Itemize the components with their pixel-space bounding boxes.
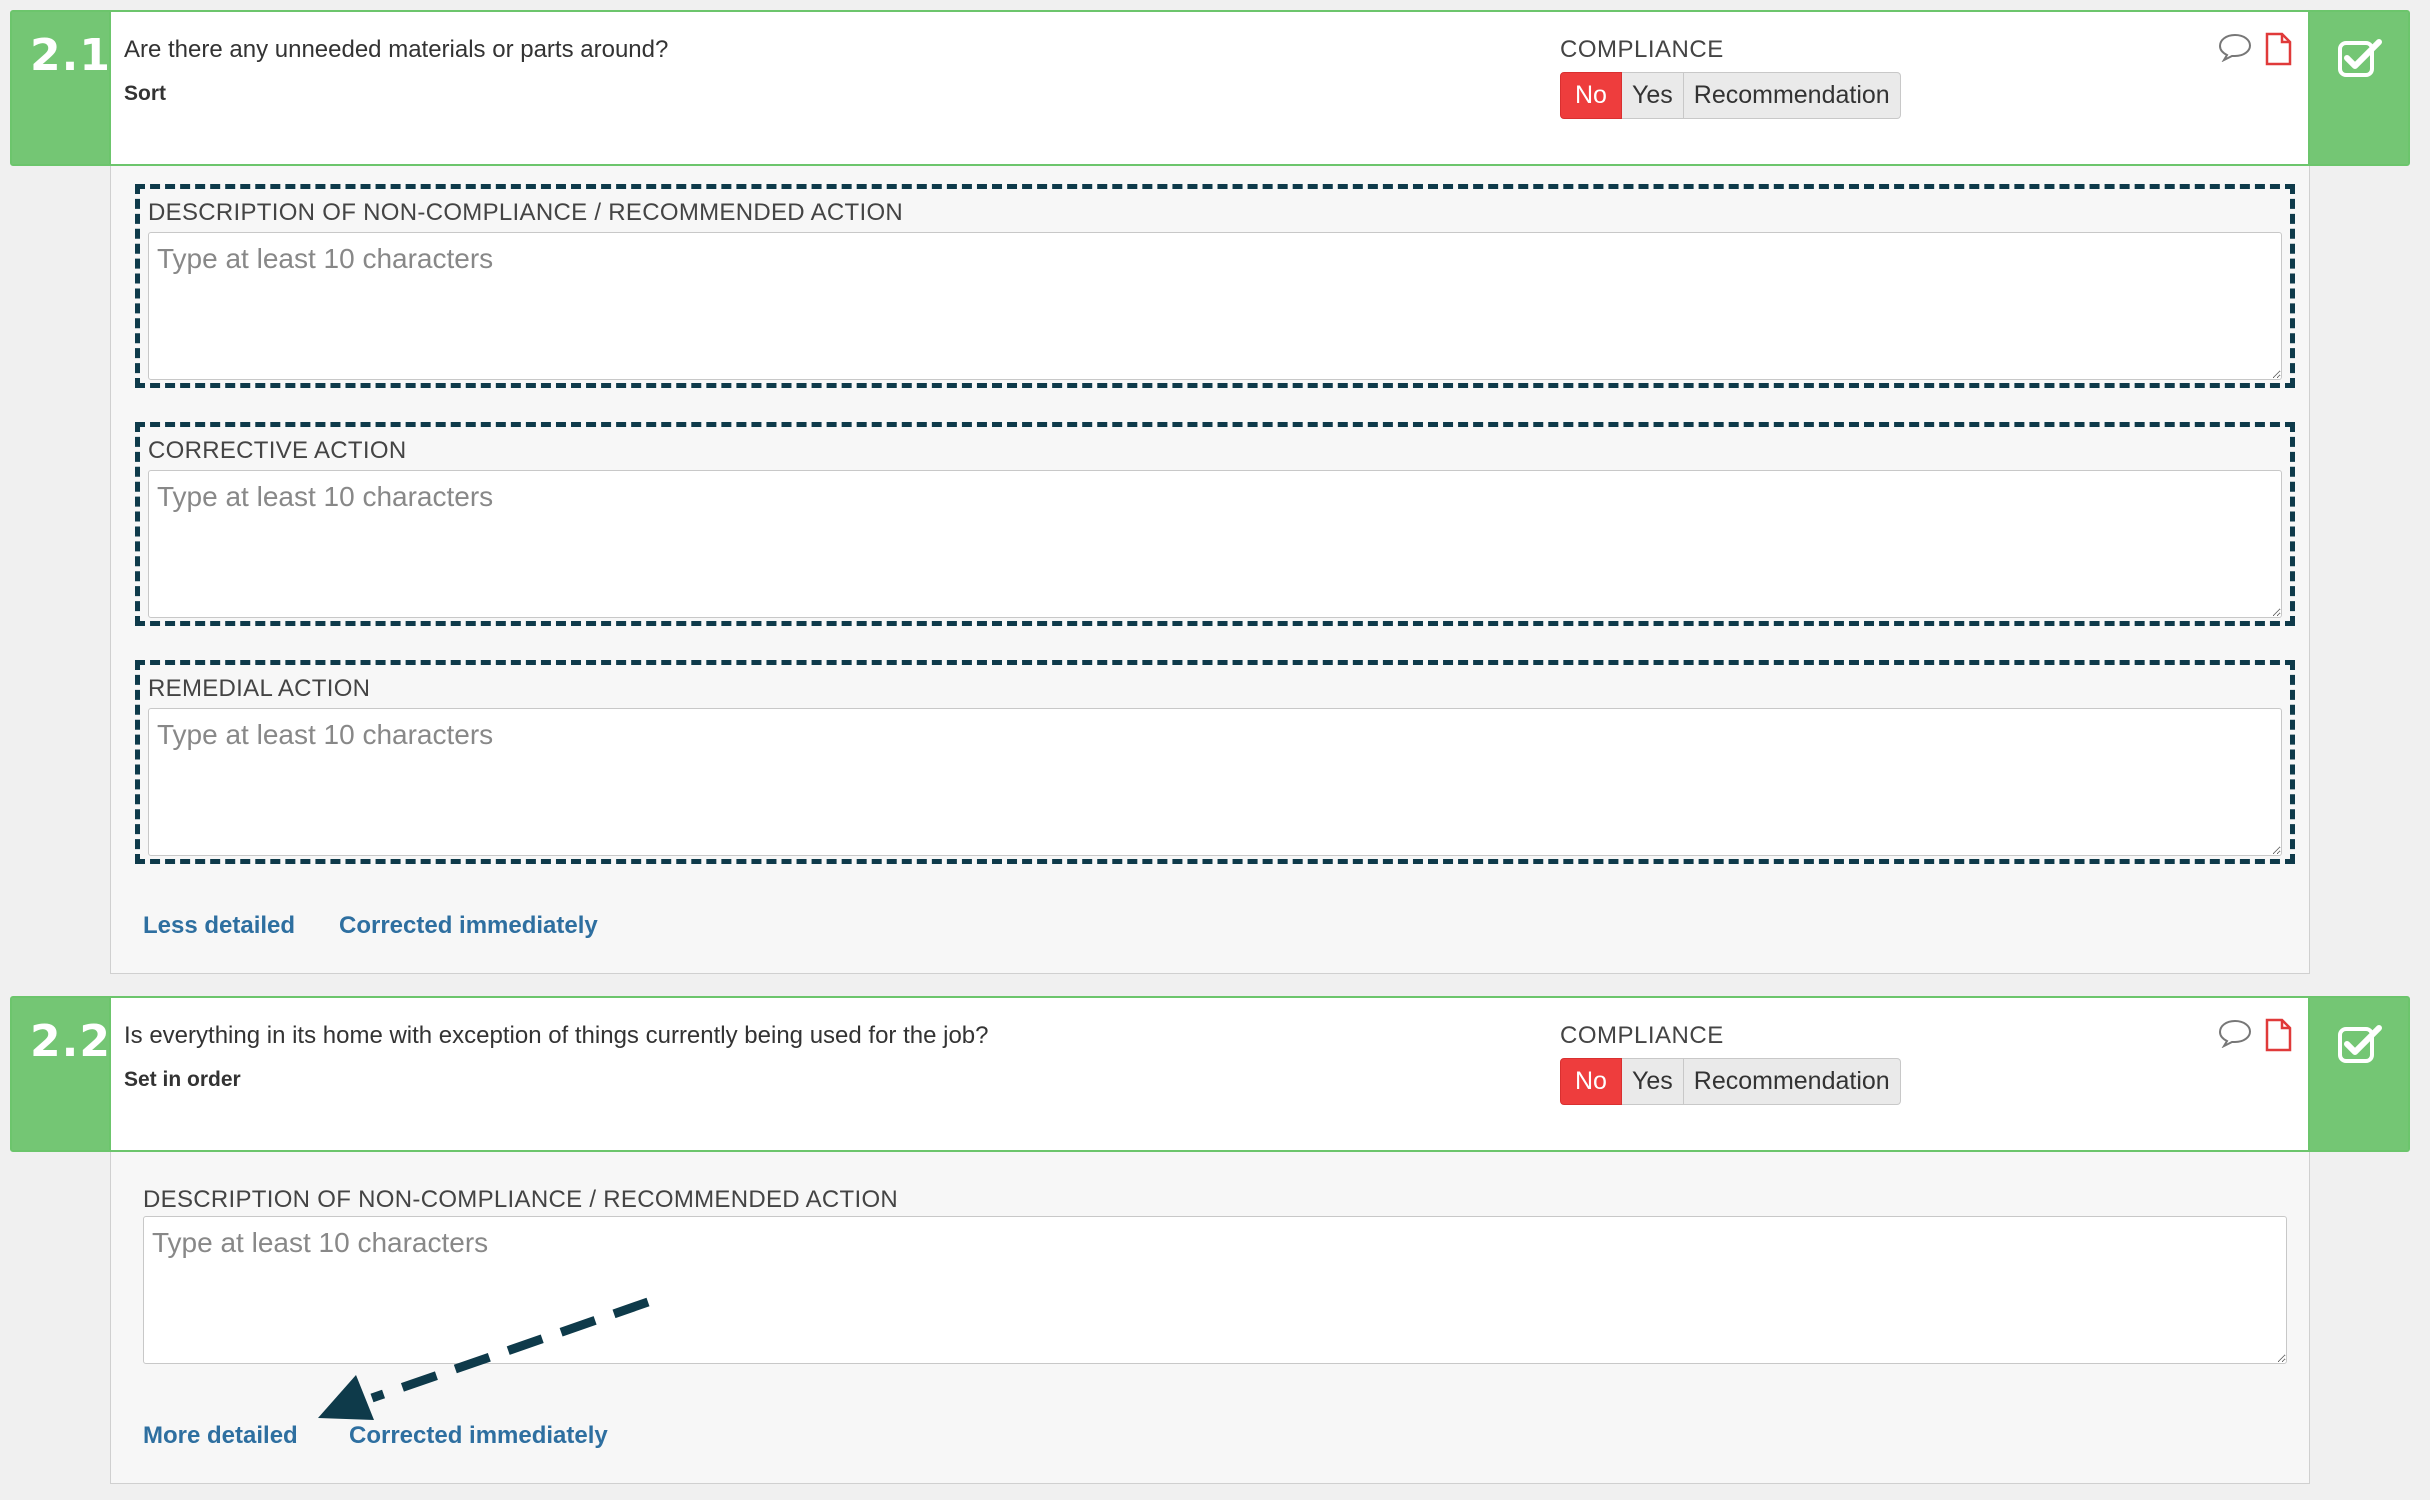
annotation-arrow bbox=[318, 1297, 650, 1420]
